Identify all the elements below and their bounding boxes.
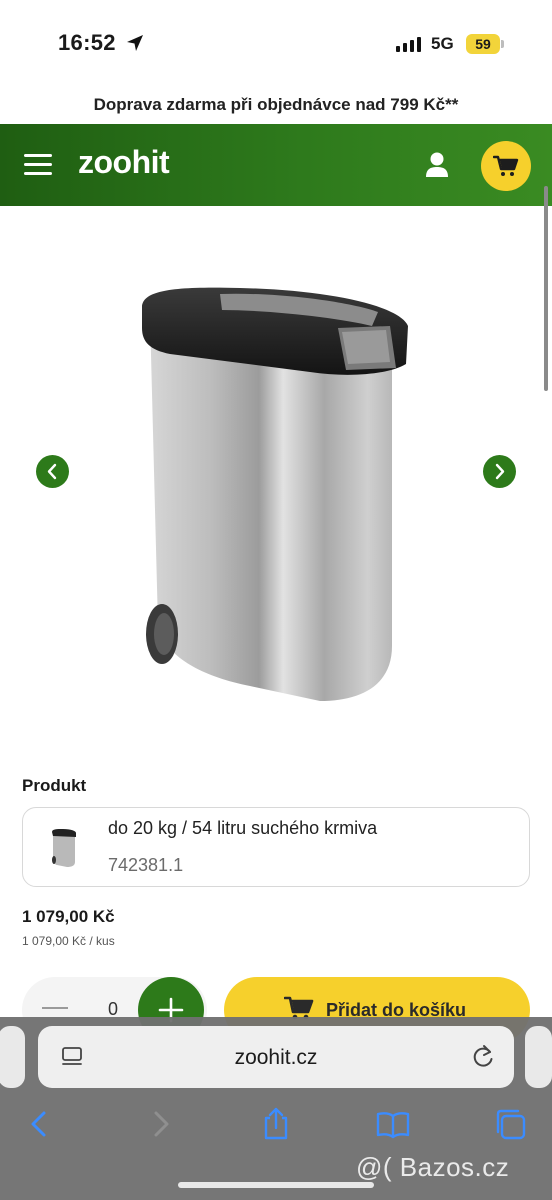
chevron-left-icon — [47, 463, 57, 480]
product-image[interactable] — [110, 246, 430, 706]
promo-banner[interactable]: Doprava zdarma při objednávce nad 799 Kč… — [0, 88, 552, 124]
watermark: @( Bazos.cz — [356, 1152, 510, 1182]
user-account-icon[interactable] — [420, 148, 454, 182]
hamburger-menu-icon[interactable] — [24, 153, 52, 177]
tabs-button[interactable] — [492, 1106, 528, 1142]
chevron-left-icon — [31, 1111, 46, 1137]
cellular-signal-icon — [396, 36, 421, 52]
product-variant-card[interactable]: do 20 kg / 54 litru suchého krmiva 74238… — [22, 807, 530, 887]
tabs-icon — [496, 1109, 526, 1140]
bookmarks-button[interactable] — [375, 1106, 411, 1142]
location-arrow-icon — [127, 35, 143, 51]
cart-icon — [493, 155, 519, 176]
variant-code: 742381.1 — [108, 855, 184, 875]
product-gallery[interactable] — [0, 206, 552, 751]
unit-price: 1 079,00 Kč / kus — [22, 934, 115, 948]
status-time: 16:52 — [58, 30, 116, 55]
share-button[interactable] — [258, 1106, 294, 1142]
share-icon — [264, 1107, 288, 1140]
gallery-next-button[interactable] — [483, 455, 516, 488]
url-text: zoohit.cz — [234, 1046, 318, 1069]
status-bar: 16:52 5G 59 — [0, 0, 552, 88]
battery-tip — [501, 40, 504, 48]
product-section-label: Produkt — [22, 776, 87, 795]
gallery-prev-button[interactable] — [36, 455, 69, 488]
next-tab-preview[interactable] — [525, 1026, 552, 1088]
address-bar[interactable]: zoohit.cz — [38, 1026, 514, 1088]
site-logo[interactable]: zoohit — [78, 144, 170, 181]
chevron-right-icon — [154, 1111, 169, 1137]
book-icon — [376, 1112, 410, 1139]
variant-name: do 20 kg / 54 litru suchého krmiva — [108, 818, 378, 838]
product-price: 1 079,00 Kč — [22, 907, 115, 926]
battery-indicator: 59 — [466, 34, 500, 54]
chevron-right-icon — [495, 463, 505, 480]
page-scrollbar[interactable] — [544, 186, 548, 391]
network-type: 5G — [431, 34, 454, 53]
forward-button[interactable] — [142, 1106, 178, 1142]
reload-icon[interactable] — [471, 1044, 495, 1070]
minus-icon[interactable] — [42, 1007, 68, 1009]
site-header: zoohit — [0, 124, 552, 206]
variant-thumbnail — [52, 829, 76, 867]
header-cart-button[interactable] — [481, 141, 531, 191]
home-indicator[interactable] — [178, 1182, 374, 1188]
previous-tab-preview[interactable] — [0, 1026, 25, 1088]
back-button[interactable] — [22, 1106, 58, 1142]
